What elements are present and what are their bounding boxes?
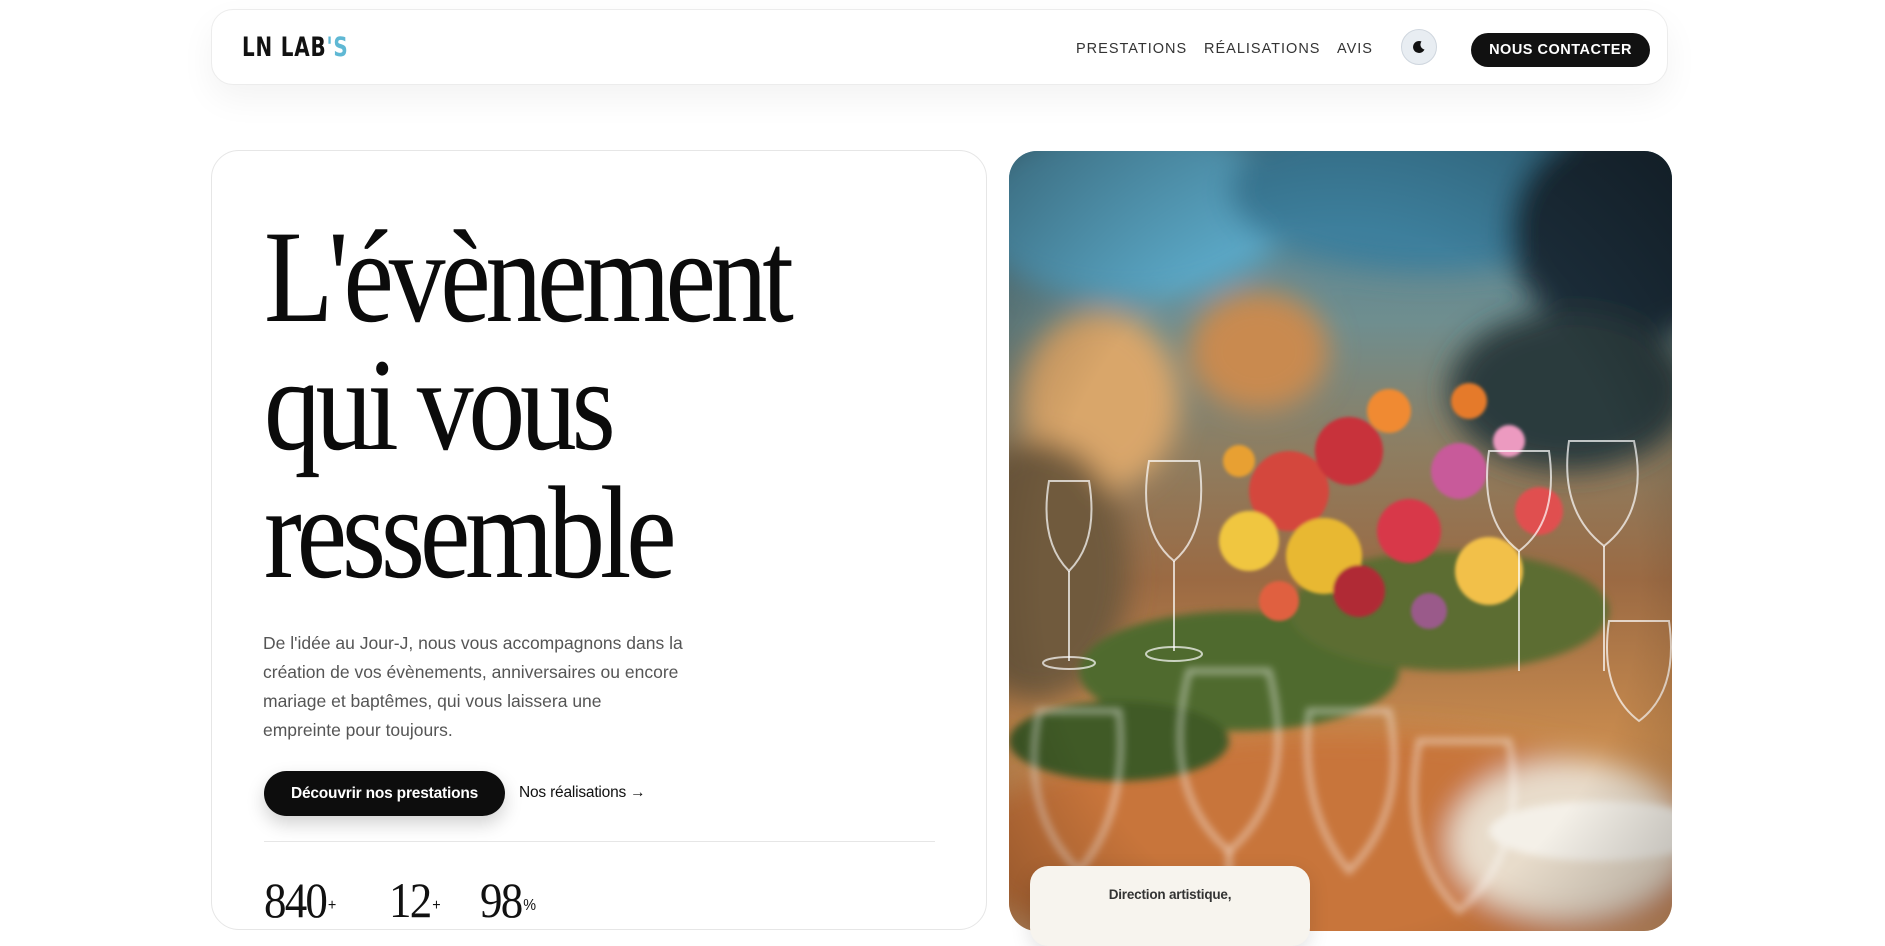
moon-icon — [1413, 40, 1425, 53]
stat-events: 840 + — [264, 875, 336, 925]
theme-toggle-button[interactable] — [1401, 29, 1437, 65]
logo-text: LN LAB — [242, 32, 327, 63]
stat-value: 98 — [480, 872, 523, 928]
discover-services-button[interactable]: Découvrir nos prestations — [264, 771, 505, 816]
photo-caption: Direction artistique, — [1108, 887, 1232, 902]
nav-avis[interactable]: AVIS — [1337, 41, 1373, 57]
hero-title: L'évènement qui vous ressemble — [264, 203, 794, 606]
hero-title-line: qui vous — [264, 331, 616, 478]
stat-suffix: % — [523, 897, 537, 914]
stat-value: 840 — [264, 872, 328, 928]
hero-photo — [1009, 151, 1672, 931]
nav-realisations[interactable]: RÉALISATIONS — [1204, 41, 1320, 57]
site-header: LN LAB'S PRESTATIONS RÉALISATIONS AVIS N… — [211, 9, 1668, 85]
logo[interactable]: LN LAB'S — [242, 32, 349, 63]
hero-title-line: ressemble — [264, 459, 677, 606]
stat-satisfaction: 98% — [480, 875, 536, 925]
stat-value: 12 — [389, 872, 432, 928]
nav-prestations[interactable]: PRESTATIONS — [1076, 41, 1187, 57]
divider — [264, 841, 935, 842]
table-flowers-image — [1009, 151, 1672, 931]
hero-subtitle: De l'idée au Jour-J, nous vous accompagn… — [263, 633, 683, 740]
hero-title-line: L'évènement — [264, 203, 794, 350]
logo-accent: 'S — [326, 32, 349, 63]
realisations-link[interactable]: Nos réalisations → — [519, 784, 646, 802]
photo-caption-card: Direction artistique, — [1030, 866, 1310, 946]
contact-button[interactable]: NOUS CONTACTER — [1471, 33, 1650, 67]
stat-suffix: + — [327, 897, 337, 914]
stat-suffix: + — [432, 897, 441, 914]
stat-years: 12 + — [389, 875, 441, 925]
hero-card: L'évènement qui vous ressemble De l'idée… — [211, 150, 987, 930]
